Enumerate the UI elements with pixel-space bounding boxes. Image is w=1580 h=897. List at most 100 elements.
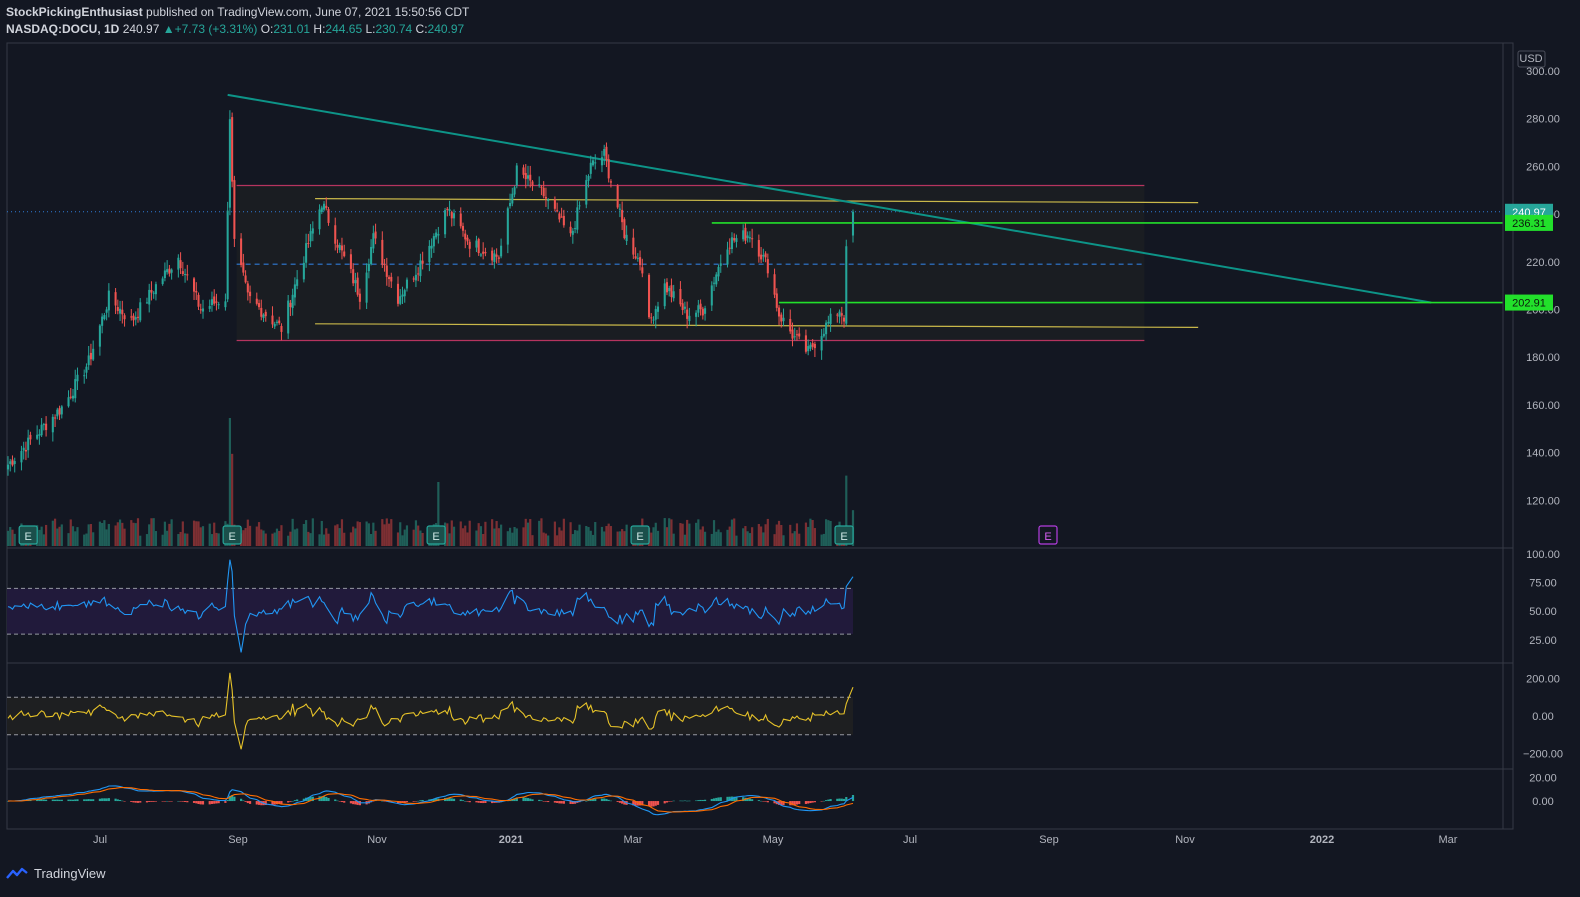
volume-bar (464, 525, 467, 546)
tradingview-brand[interactable]: TradingView (34, 866, 106, 881)
volume-bar (38, 529, 41, 546)
candle-body (119, 308, 122, 314)
macd-histogram-bar (208, 801, 211, 805)
macd-histogram-bar (795, 801, 799, 805)
volume-bar (618, 531, 621, 546)
macd-histogram-bar (338, 801, 341, 802)
candle-body (804, 335, 807, 352)
macd-histogram-bar (672, 800, 675, 802)
rsi-tick-label: 50.00 (1529, 606, 1557, 618)
candle-body (352, 269, 355, 284)
volume-bar (764, 524, 767, 546)
volume-bar (728, 526, 731, 546)
volume-bar (777, 520, 781, 546)
volume-bar (356, 521, 359, 546)
candle-body (621, 209, 624, 223)
candle-body (85, 366, 88, 373)
volume-bar (255, 526, 258, 546)
candle-body (6, 464, 10, 470)
earnings-marker: E (18, 525, 38, 545)
volume-bar (526, 522, 530, 546)
candle-body (665, 282, 668, 293)
volume-bar (118, 519, 122, 546)
macd-histogram-bar (139, 801, 142, 803)
macd-histogram-bar (107, 798, 110, 802)
candle-body (495, 254, 498, 257)
macd-histogram-bar (681, 800, 684, 802)
candle-body (271, 315, 274, 325)
volume-bar (195, 521, 198, 546)
candle-body (515, 165, 518, 186)
candle-body (618, 208, 621, 210)
macd-histogram-bar (701, 799, 704, 802)
macd-histogram-bar (717, 797, 720, 802)
candle-body (524, 173, 527, 180)
volume-bar (168, 523, 171, 546)
volume-bar (616, 531, 619, 546)
candle-body (249, 291, 252, 297)
volume-bar (412, 529, 415, 546)
volume-bar (609, 526, 613, 546)
macd-histogram-bar (287, 801, 290, 803)
volume-bar (327, 533, 330, 546)
volume-bar (591, 534, 595, 546)
macd-tick-label: 20.00 (1529, 772, 1557, 784)
candle-body (822, 333, 825, 337)
candle-body (365, 272, 368, 303)
volume-bar (576, 530, 579, 546)
macd-histogram-bar (210, 801, 214, 804)
candle-body (654, 309, 657, 320)
volume-bar (275, 528, 279, 546)
volume-bar (163, 521, 166, 546)
volume-bar (733, 518, 736, 546)
candle-body (307, 242, 310, 244)
macd-histogram-bar (616, 801, 619, 802)
candle-body (775, 293, 778, 308)
volume-bar (822, 533, 825, 546)
candle-body (228, 119, 231, 208)
candle-body (150, 290, 153, 293)
candle-body (540, 186, 543, 188)
candle-body (547, 199, 550, 202)
volume-bar (246, 519, 249, 546)
volume-bar (656, 530, 660, 546)
price-tag-label: 202.91 (1512, 298, 1546, 310)
candle-body (184, 274, 187, 276)
volume-bar (719, 532, 722, 546)
macd-histogram-bar (123, 801, 126, 802)
candle-body (479, 254, 482, 256)
macd-histogram-bar (240, 798, 243, 802)
macd-histogram-bar (809, 801, 812, 804)
macd-histogram-bar (538, 799, 541, 802)
volume-bar (697, 519, 700, 546)
candle-body (607, 159, 610, 179)
candle-body (461, 225, 465, 231)
candle-body (51, 416, 54, 433)
volume-bar (271, 533, 274, 546)
volume-bar (13, 533, 16, 546)
candle-body (681, 303, 684, 311)
macd-histogram-bar (484, 801, 487, 804)
macd-histogram-bar (53, 799, 57, 802)
macd-histogram-bar (479, 801, 483, 803)
macd-histogram-bar (42, 799, 45, 802)
macd-histogram-bar (807, 801, 810, 804)
volume-bar (208, 523, 211, 546)
candle-body (327, 209, 330, 223)
candle-body (246, 283, 249, 293)
candle-body (29, 434, 32, 440)
volume-bar (511, 532, 514, 546)
price-chart[interactable]: E E E E E E 120.00 140.00 160.00 180.00 200.00 220… (0, 0, 1580, 860)
volume-bar (825, 519, 828, 546)
macd-histogram-bar (522, 797, 525, 802)
candle-body (591, 160, 595, 166)
macd-histogram-bar (663, 801, 666, 804)
candle-body (560, 216, 563, 218)
macd-histogram-bar (224, 801, 227, 803)
candle-body (730, 237, 733, 250)
macd-histogram-bar (186, 801, 189, 803)
volume-bar (101, 522, 104, 546)
macd-histogram-bar (650, 801, 653, 807)
macd-histogram-bar (542, 801, 545, 802)
volume-bar (60, 524, 63, 546)
